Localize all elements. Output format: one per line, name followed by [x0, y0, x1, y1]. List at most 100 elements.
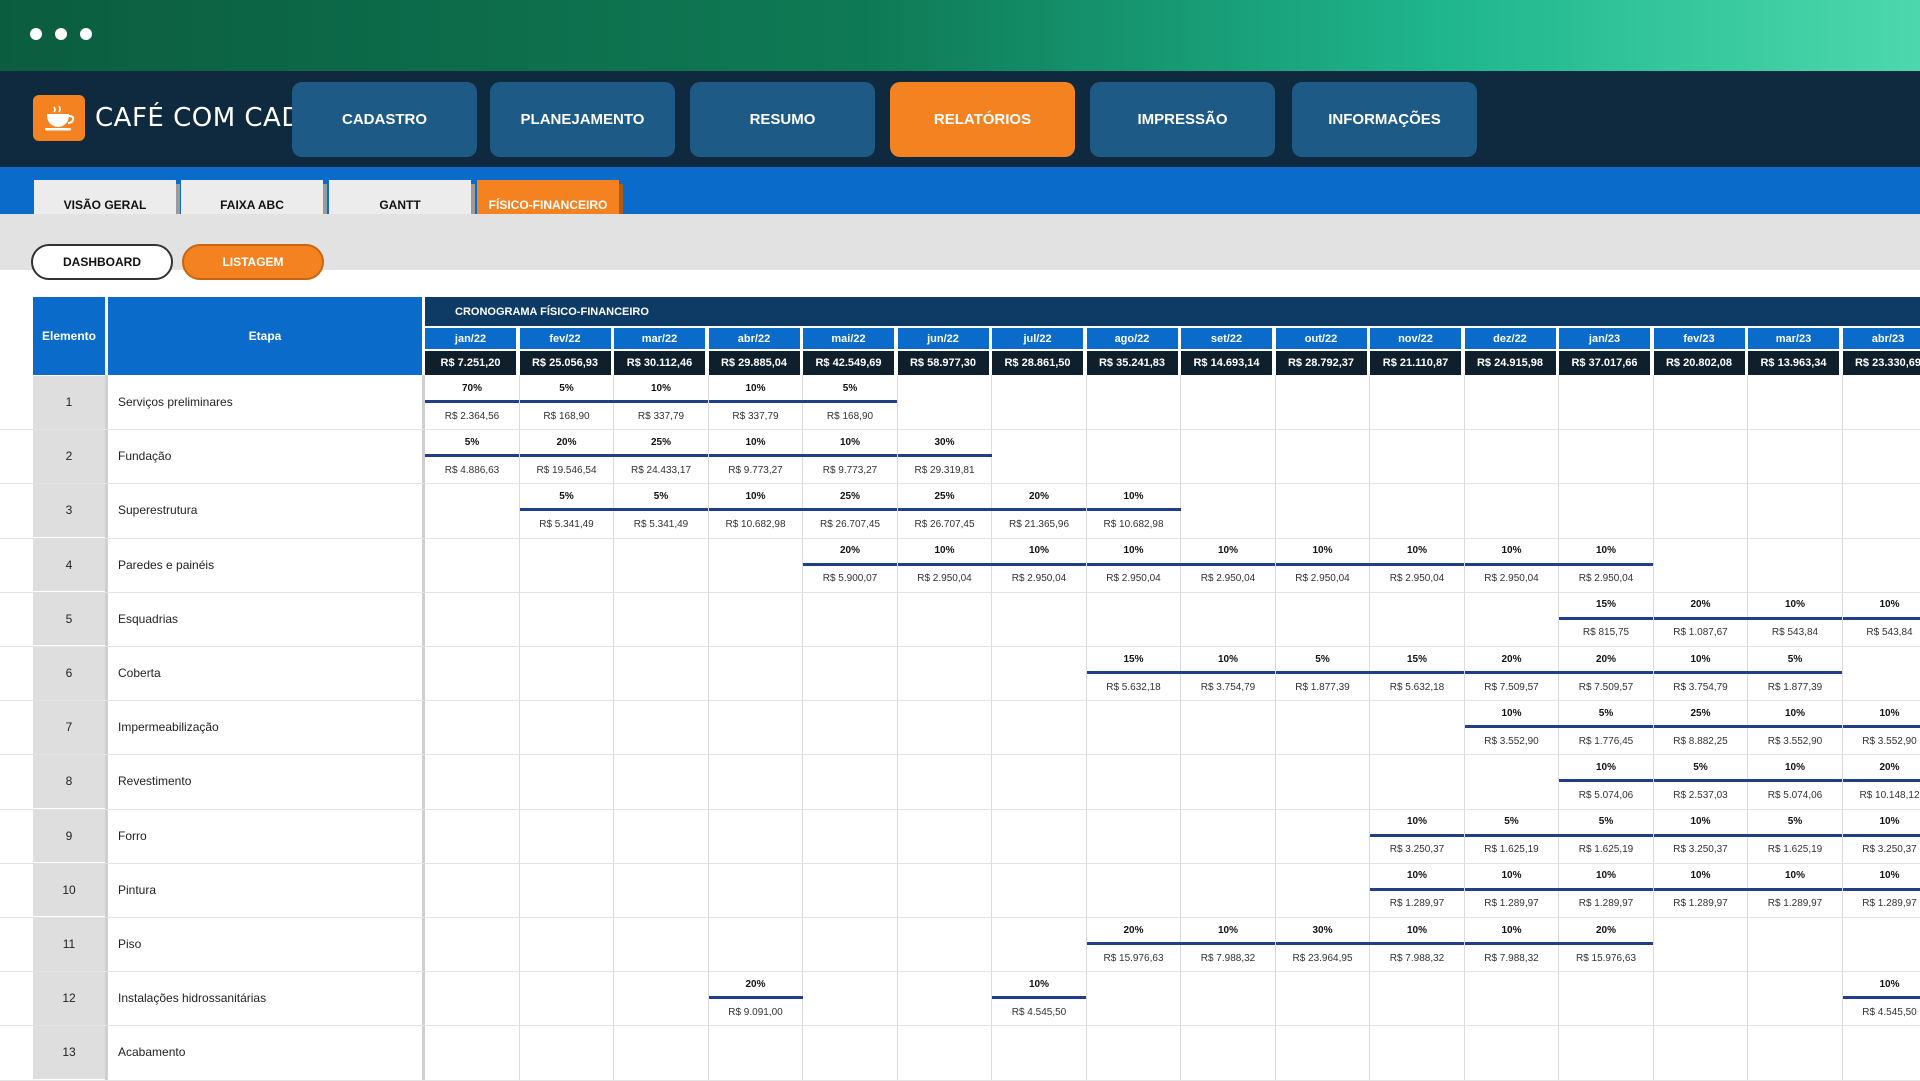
cell-value: R$ 2.950,04: [898, 569, 992, 589]
cell-value: R$ 29.319,81: [898, 460, 992, 480]
cell-percent: 20%: [803, 541, 897, 561]
row-stage-name: Piso: [118, 918, 418, 971]
cell-value: R$ 7.988,32: [1465, 948, 1559, 968]
progress-bar: [1843, 834, 1920, 837]
cell-percent: 20%: [1559, 920, 1653, 940]
cell-value: R$ 5.341,49: [520, 514, 614, 534]
view-listagem-button[interactable]: LISTAGEM: [182, 244, 324, 280]
cell-value: R$ 5.074,06: [1559, 785, 1653, 805]
cell-percent: 20%: [709, 974, 803, 994]
month-header: jan/23: [1559, 328, 1650, 349]
cell-percent: 10%: [1465, 920, 1559, 940]
cell-value: R$ 337,79: [709, 406, 803, 426]
row-stage-name: Serviços preliminares: [118, 376, 418, 429]
view-dashboard-button[interactable]: DASHBOARD: [31, 244, 173, 280]
window-dot-icon[interactable]: [80, 28, 92, 40]
progress-bar: [1654, 617, 1748, 620]
cell-percent: 5%: [1465, 812, 1559, 832]
nav-button-relatórios[interactable]: RELATÓRIOS: [890, 82, 1075, 157]
progress-bar: [1087, 942, 1181, 945]
cell-value: R$ 3.250,37: [1843, 840, 1920, 860]
cell-percent: 20%: [1465, 649, 1559, 669]
row-element-id: 2: [33, 430, 105, 483]
cell-percent: 5%: [425, 432, 519, 452]
cell-value: R$ 1.625,19: [1465, 840, 1559, 860]
cell-percent: 20%: [1087, 920, 1181, 940]
cell-percent: 10%: [1843, 812, 1920, 832]
month-total: R$ 58.977,30: [898, 351, 989, 375]
cell-value: R$ 5.900,07: [803, 569, 897, 589]
progress-bar: [520, 400, 614, 403]
progress-bar: [1748, 834, 1842, 837]
cell-value: R$ 5.074,06: [1748, 785, 1842, 805]
progress-bar: [709, 454, 803, 457]
cell-percent: 20%: [1843, 757, 1920, 777]
cell-percent: 15%: [1087, 649, 1181, 669]
nav-button-impressão[interactable]: IMPRESSÃO: [1090, 82, 1275, 157]
cell-percent: 5%: [614, 486, 708, 506]
nav-button-cadastro[interactable]: CADASTRO: [292, 82, 477, 157]
row-element-id: 11: [33, 918, 105, 971]
cell-value: R$ 7.988,32: [1181, 948, 1275, 968]
row-stage-name: Impermeabilização: [118, 701, 418, 754]
progress-bar: [614, 454, 708, 457]
progress-bar: [992, 508, 1086, 511]
cell-percent: 10%: [898, 541, 992, 561]
progress-bar: [1276, 563, 1370, 566]
cell-value: R$ 543,84: [1843, 623, 1920, 643]
cell-value: R$ 26.707,45: [803, 514, 897, 534]
cell-value: R$ 23.964,95: [1276, 948, 1370, 968]
window-dot-icon[interactable]: [55, 28, 67, 40]
cell-percent: 10%: [1654, 866, 1748, 886]
cell-percent: 10%: [1276, 541, 1370, 561]
cell-percent: 10%: [709, 432, 803, 452]
row-stage-name: Superestrutura: [118, 484, 418, 537]
row-element-id: 7: [33, 701, 105, 754]
row-stage-name: Paredes e painéis: [118, 538, 418, 591]
progress-bar: [1654, 779, 1748, 782]
cell-value: R$ 3.250,37: [1654, 840, 1748, 860]
cell-value: R$ 5.632,18: [1370, 677, 1464, 697]
cell-percent: 15%: [1559, 595, 1653, 615]
cell-percent: 10%: [1559, 541, 1653, 561]
progress-bar: [1465, 671, 1559, 674]
month-header: mar/22: [614, 328, 705, 349]
cell-percent: 25%: [898, 486, 992, 506]
cell-percent: 30%: [898, 432, 992, 452]
month-header: jan/22: [425, 328, 516, 349]
cell-percent: 25%: [803, 486, 897, 506]
row-stage-name: Revestimento: [118, 755, 418, 808]
month-total: R$ 23.330,69: [1843, 351, 1920, 375]
cell-value: R$ 7.509,57: [1465, 677, 1559, 697]
column-header-elemento: Elemento: [33, 297, 105, 375]
progress-bar: [1181, 563, 1275, 566]
cell-value: R$ 1.289,97: [1843, 894, 1920, 914]
row-stage-name: Acabamento: [118, 1026, 418, 1079]
month-header: nov/22: [1370, 328, 1461, 349]
column-divider: [1275, 375, 1276, 1080]
month-total: R$ 24.915,98: [1465, 351, 1556, 375]
schedule-title: CRONOGRAMA FÍSICO-FINANCEIRO: [425, 297, 1920, 326]
cell-value: R$ 19.546,54: [520, 460, 614, 480]
nav-button-informações[interactable]: INFORMAÇÕES: [1292, 82, 1477, 157]
cell-percent: 10%: [1370, 812, 1464, 832]
row-element-id: 3: [33, 484, 105, 537]
progress-bar: [1087, 671, 1181, 674]
cell-percent: 10%: [1748, 757, 1842, 777]
nav-button-resumo[interactable]: RESUMO: [690, 82, 875, 157]
month-header: mar/23: [1748, 328, 1839, 349]
month-total: R$ 14.693,14: [1181, 351, 1272, 375]
cell-value: R$ 168,90: [803, 406, 897, 426]
progress-bar: [1370, 563, 1464, 566]
window-dot-icon[interactable]: [30, 28, 42, 40]
row-element-id: 12: [33, 972, 105, 1025]
progress-bar: [898, 508, 992, 511]
cell-percent: 10%: [1559, 866, 1653, 886]
progress-bar: [520, 454, 614, 457]
progress-bar: [1843, 996, 1920, 999]
cell-value: R$ 168,90: [520, 406, 614, 426]
nav-button-planejamento[interactable]: PLANEJAMENTO: [490, 82, 675, 157]
cell-percent: 10%: [992, 974, 1086, 994]
progress-bar: [1370, 942, 1464, 945]
cell-percent: 25%: [614, 432, 708, 452]
